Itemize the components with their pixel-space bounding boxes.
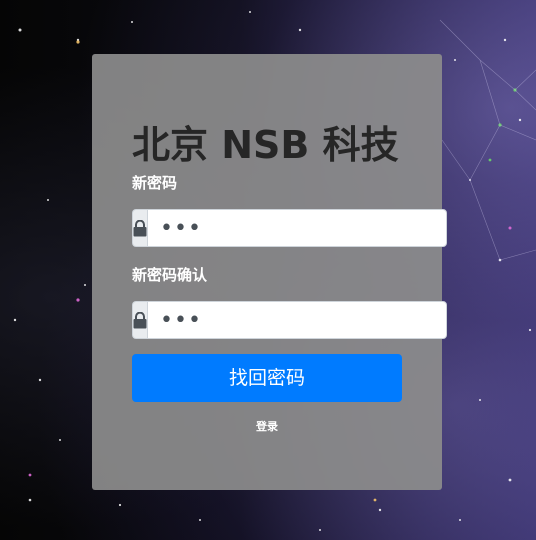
password-reset-card: 北京 NSB 科技 新密码 新密码确认 找回密码 登录 bbox=[92, 54, 447, 490]
lock-icon bbox=[132, 301, 147, 339]
confirm-password-input[interactable] bbox=[147, 301, 447, 339]
reset-password-button[interactable]: 找回密码 bbox=[132, 354, 402, 402]
lock-icon bbox=[132, 209, 147, 247]
login-link[interactable]: 登录 bbox=[92, 418, 442, 434]
new-password-group bbox=[132, 209, 447, 247]
new-password-label: 新密码 bbox=[132, 174, 178, 192]
confirm-password-label: 新密码确认 bbox=[132, 266, 208, 284]
page-title: 北京 NSB 科技 bbox=[132, 123, 399, 167]
new-password-input[interactable] bbox=[147, 209, 447, 247]
confirm-password-group bbox=[132, 301, 447, 339]
